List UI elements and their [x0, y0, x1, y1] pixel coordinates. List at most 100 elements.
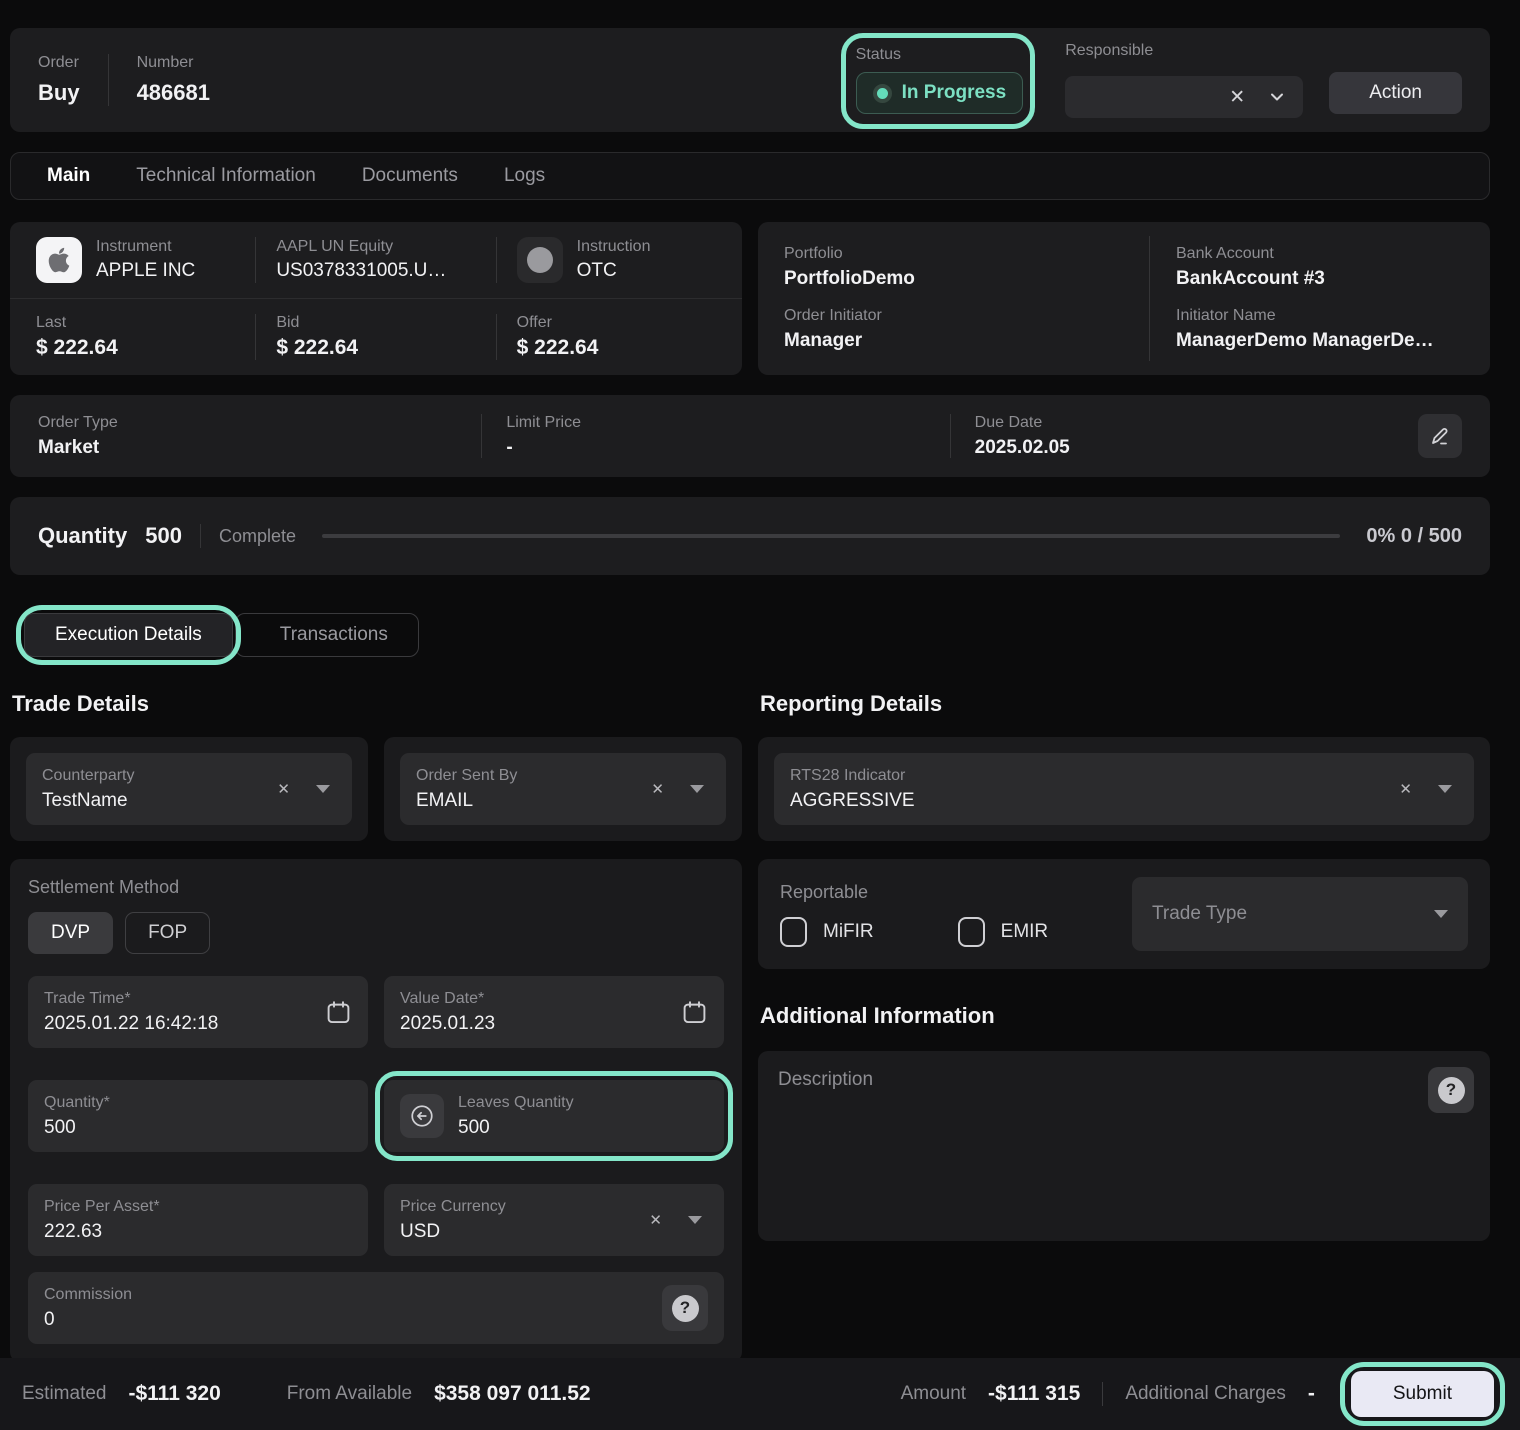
instrument-label: Instrument — [96, 238, 195, 256]
order-type-card: Order Type Market Limit Price - Due Date… — [10, 395, 1490, 477]
order-side-label: Order — [38, 54, 80, 72]
leaves-quantity-value: 500 — [458, 1117, 708, 1139]
tab-technical-information[interactable]: Technical Information — [136, 165, 316, 187]
description-card: ? — [758, 1051, 1490, 1241]
divider — [496, 314, 497, 360]
instruction-value: OTC — [577, 260, 651, 282]
initiator-name-label: Initiator Name — [1176, 307, 1464, 325]
chevron-down-icon[interactable] — [1438, 785, 1452, 793]
trade-time-value: 2025.01.22 16:42:18 — [44, 1013, 325, 1035]
initiator-name-value: ManagerDemo ManagerDe… — [1176, 330, 1464, 352]
value-date-field[interactable]: Value Date* 2025.01.23 — [384, 976, 724, 1048]
due-date-value: 2025.02.05 — [975, 437, 1394, 459]
price-per-asset-field[interactable]: Price Per Asset* 222.63 — [28, 1184, 368, 1256]
tab-transactions[interactable]: Transactions — [235, 613, 419, 657]
pencil-icon — [1428, 424, 1452, 448]
quantity-field[interactable]: Quantity* 500 — [28, 1080, 368, 1152]
divider — [200, 524, 201, 548]
leaves-quantity-label: Leaves Quantity — [458, 1094, 708, 1112]
equity-label: AAPL UN Equity — [276, 238, 446, 256]
edit-button[interactable] — [1418, 414, 1462, 458]
rts28-indicator-select[interactable]: RTS28 Indicator AGGRESSIVE ✕ — [774, 753, 1474, 825]
summary-footer: Estimated -$111 320 From Available $358 … — [0, 1358, 1520, 1430]
help-icon[interactable]: ? — [662, 1285, 708, 1331]
commission-field[interactable]: Commission 0 ? — [28, 1272, 724, 1344]
trade-time-field[interactable]: Trade Time* 2025.01.22 16:42:18 — [28, 976, 368, 1048]
status-value: In Progress — [902, 82, 1007, 104]
order-sent-by-value: EMAIL — [416, 790, 651, 812]
last-price-label: Last — [36, 314, 235, 332]
clear-icon[interactable]: ✕ — [1399, 780, 1412, 798]
order-initiator-label: Order Initiator — [784, 307, 1149, 325]
amount-value: -$111 315 — [988, 1382, 1080, 1406]
arrow-left-circle-icon[interactable] — [400, 1094, 444, 1138]
chevron-down-icon[interactable] — [1267, 87, 1287, 107]
order-number-value: 486681 — [137, 80, 210, 106]
chevron-down-icon[interactable] — [688, 1216, 702, 1224]
order-initiator-value: Manager — [784, 330, 1149, 352]
reportable-card: Reportable MiFIR EMIR Trade Type — [758, 859, 1490, 969]
description-input[interactable] — [778, 1069, 1400, 1223]
clear-icon[interactable]: ✕ — [1229, 88, 1245, 107]
trade-type-select[interactable]: Trade Type — [1132, 877, 1468, 951]
mifir-label: MiFIR — [823, 921, 874, 943]
price-currency-select[interactable]: Price Currency USD ✕ — [384, 1184, 724, 1256]
complete-label: Complete — [219, 526, 296, 547]
order-side-value: Buy — [38, 80, 80, 106]
calendar-icon[interactable] — [681, 999, 708, 1026]
quantity-value: 500 — [145, 523, 182, 549]
settlement-method-label: Settlement Method — [28, 877, 724, 898]
account-card: Portfolio PortfolioDemo Bank Account Ban… — [758, 222, 1490, 375]
divider — [255, 237, 256, 283]
price-per-asset-label: Price Per Asset* — [44, 1198, 352, 1216]
clear-icon[interactable]: ✕ — [651, 780, 664, 798]
mifir-checkbox[interactable] — [780, 917, 807, 947]
bid-price-label: Bid — [276, 314, 475, 332]
action-button[interactable]: Action — [1329, 72, 1462, 114]
divider — [481, 414, 482, 458]
submit-button[interactable]: Submit — [1351, 1371, 1494, 1417]
chevron-down-icon[interactable] — [316, 785, 330, 793]
status-label: Status — [856, 46, 1024, 64]
estimated-value: -$111 320 — [128, 1382, 220, 1406]
responsible-select[interactable]: ✕ — [1065, 76, 1303, 118]
emir-checkbox[interactable] — [958, 917, 985, 947]
instrument-value: APPLE INC — [96, 260, 195, 282]
order-number-label: Number — [137, 54, 210, 72]
value-date-value: 2025.01.23 — [400, 1013, 681, 1035]
calendar-icon[interactable] — [325, 999, 352, 1026]
limit-price-value: - — [506, 437, 925, 459]
progress-text: 0% 0 / 500 — [1366, 525, 1462, 548]
order-sent-by-select[interactable]: Order Sent By EMAIL ✕ — [400, 753, 726, 825]
chevron-down-icon[interactable] — [690, 785, 704, 793]
fop-button[interactable]: FOP — [125, 912, 210, 954]
execution-tabs: Execution Details Transactions — [10, 613, 1490, 657]
price-per-asset-value: 222.63 — [44, 1221, 352, 1243]
counterparty-select[interactable]: Counterparty TestName ✕ — [26, 753, 352, 825]
order-sent-by-label: Order Sent By — [416, 767, 651, 785]
offer-price-value: $ 222.64 — [517, 336, 716, 360]
leaves-quantity-field[interactable]: Leaves Quantity 500 — [384, 1080, 724, 1152]
progress-bar — [322, 534, 1340, 538]
tab-logs[interactable]: Logs — [504, 165, 545, 187]
quantity-field-label: Quantity* — [44, 1094, 352, 1112]
dvp-button[interactable]: DVP — [28, 912, 113, 954]
tab-execution-details[interactable]: Execution Details — [24, 613, 233, 657]
clear-icon[interactable]: ✕ — [649, 1211, 662, 1229]
apple-logo-icon — [36, 237, 82, 283]
instruction-label: Instruction — [577, 238, 651, 256]
bank-account-label: Bank Account — [1176, 245, 1464, 263]
help-icon[interactable]: ? — [1428, 1067, 1474, 1113]
portfolio-label: Portfolio — [784, 245, 1149, 263]
quantity-label: Quantity — [38, 523, 127, 549]
clear-icon[interactable]: ✕ — [277, 780, 290, 798]
tab-main[interactable]: Main — [47, 165, 90, 187]
price-currency-label: Price Currency — [400, 1198, 649, 1216]
tab-documents[interactable]: Documents — [362, 165, 458, 187]
trade-type-placeholder: Trade Type — [1152, 903, 1247, 925]
quantity-card: Quantity 500 Complete 0% 0 / 500 — [10, 497, 1490, 575]
commission-label: Commission — [44, 1286, 662, 1304]
offer-price-label: Offer — [517, 314, 716, 332]
order-header: Order Buy Number 486681 Status In Progre… — [10, 28, 1490, 132]
chevron-down-icon[interactable] — [1434, 910, 1448, 918]
